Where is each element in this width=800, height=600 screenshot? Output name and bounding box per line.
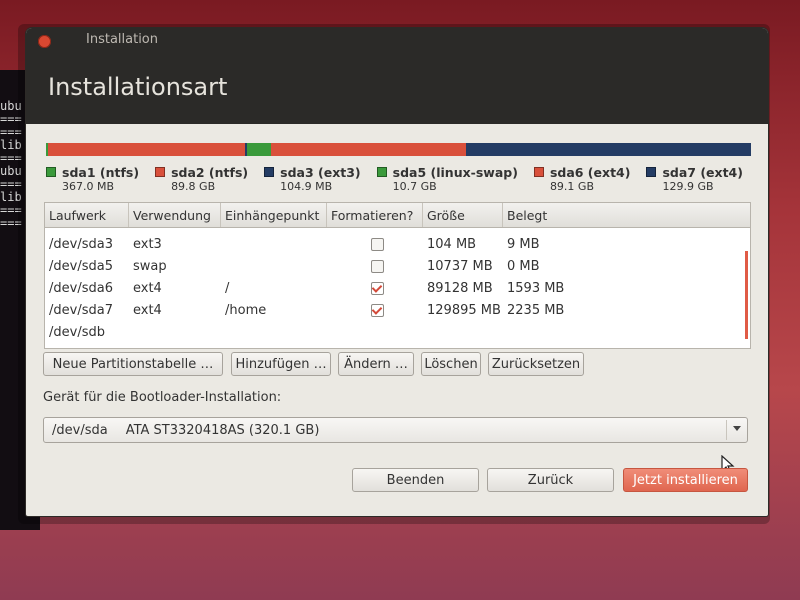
table-row[interactable]: /dev/sda7 ext4/home 129895 MB 2235 MB bbox=[45, 299, 750, 321]
cell-used: 1593 MB bbox=[507, 280, 565, 296]
cell-device: /dev/sda3 bbox=[49, 236, 113, 252]
table-row[interactable]: /dev/sdb bbox=[45, 321, 750, 343]
chevron-down-icon[interactable] bbox=[733, 426, 741, 431]
legend-swatch bbox=[533, 167, 544, 177]
cell-used: 2235 MB bbox=[507, 302, 565, 318]
cell-format bbox=[327, 259, 423, 273]
cell-use: swap bbox=[133, 258, 167, 274]
legend-swatch bbox=[155, 167, 166, 177]
legend-swatch bbox=[46, 167, 56, 177]
cell-used: 9 MB bbox=[507, 236, 540, 252]
legend-partition-name: sda7 (ext4) bbox=[662, 165, 743, 180]
column-header-used[interactable]: Belegt bbox=[503, 203, 750, 227]
cell-use: ext4 bbox=[133, 302, 162, 318]
cell-size: 104 MB bbox=[427, 236, 477, 252]
dropdown-separator bbox=[726, 420, 727, 440]
legend-item: sda7 (ext4) 129.9 GB bbox=[646, 165, 743, 201]
column-header-use[interactable]: Verwendung bbox=[129, 203, 221, 227]
bootloader-device-description: ATA ST3320418AS (320.1 GB) bbox=[125, 422, 320, 438]
delete-partition-button[interactable]: Löschen bbox=[421, 352, 481, 376]
legend-partition-name: sda2 (ntfs) bbox=[171, 165, 249, 180]
table-row[interactable]: /dev/sda3 ext3 104 MB 9 MB bbox=[45, 233, 750, 255]
cell-device: /dev/sda7 bbox=[49, 302, 113, 318]
format-checkbox[interactable] bbox=[371, 281, 384, 295]
cell-device: /dev/sda5 bbox=[49, 258, 113, 274]
partition-bar bbox=[46, 143, 752, 156]
column-header-format[interactable]: Formatieren? bbox=[327, 203, 423, 227]
legend-partition-size: 89.1 GB bbox=[549, 180, 594, 193]
table-row[interactable]: /dev/sda5 swap 10737 MB 0 MB bbox=[45, 255, 750, 277]
partition-segment-sda5 bbox=[247, 143, 271, 156]
legend-partition-size: 89.8 GB bbox=[171, 180, 216, 193]
installer-window: Installation Installationsart sda1 (ntfs… bbox=[26, 28, 768, 516]
titlebar: Installation Installationsart bbox=[26, 28, 768, 124]
cell-size: 129895 MB bbox=[427, 302, 501, 318]
scroll-indicator bbox=[745, 251, 748, 339]
column-header-device[interactable]: Laufwerk bbox=[45, 203, 129, 227]
quit-button[interactable]: Beenden bbox=[352, 468, 479, 492]
cell-size: 89128 MB bbox=[427, 280, 493, 296]
table-body: /dev/sda3 ext3 104 MB 9 MB/dev/sda5 swap 1073… bbox=[45, 228, 750, 343]
cell-size: 10737 MB bbox=[427, 258, 493, 274]
partition-segment-sda2 bbox=[48, 143, 246, 156]
bootloader-label: Gerät für die Bootloader-Installation: bbox=[43, 390, 282, 405]
cell-format bbox=[327, 281, 423, 295]
legend-partition-name: sda1 (ntfs) bbox=[62, 165, 140, 180]
table-row[interactable]: /dev/sda6 ext4 / 89128 MB 1593 MB bbox=[45, 277, 750, 299]
partition-table[interactable]: Laufwerk Verwendung Einhängepunkt Format… bbox=[44, 202, 751, 475]
legend-item: sda5 (linux-swap) 10.7 GB bbox=[376, 165, 518, 201]
back-button[interactable]: Zurück bbox=[487, 468, 614, 492]
legend-item: sda1 (ntfs) 367.0 MB bbox=[46, 165, 139, 201]
legend-item: sda3 (ext3) 104.9 MB bbox=[264, 165, 361, 201]
change-partition-button[interactable]: Ändern … bbox=[338, 352, 414, 376]
cell-mount: / bbox=[225, 280, 230, 296]
cell-use: ext3 bbox=[133, 236, 162, 252]
cell-mount: /home bbox=[225, 302, 267, 318]
cell-device: /dev/sda6 bbox=[49, 280, 113, 296]
close-icon[interactable] bbox=[38, 35, 51, 48]
partition-legend: sda1 (ntfs) 367.0 MB sda2 (ntfs) 89.8 GB sda… bbox=[46, 165, 766, 201]
legend-swatch bbox=[264, 167, 275, 177]
add-partition-button[interactable]: Hinzufügen … bbox=[231, 352, 331, 376]
legend-item: sda2 (ntfs) 89.8 GB bbox=[155, 165, 248, 201]
legend-partition-name: sda3 (ext3) bbox=[280, 165, 361, 180]
partition-segment-sda7 bbox=[466, 143, 752, 156]
legend-swatch bbox=[646, 167, 657, 177]
format-checkbox[interactable] bbox=[371, 259, 384, 273]
format-checkbox[interactable] bbox=[371, 303, 384, 317]
column-header-size[interactable]: Größe bbox=[423, 203, 503, 227]
page-title: Installationsart bbox=[48, 73, 228, 101]
legend-item: sda6 (ext4) 89.1 GB bbox=[533, 165, 631, 201]
legend-partition-name: sda6 (ext4) bbox=[549, 165, 631, 180]
column-header-mount[interactable]: Einhängepunkt bbox=[221, 203, 327, 227]
legend-partition-name: sda5 (linux-swap) bbox=[392, 165, 518, 180]
reset-button[interactable]: Zurücksetzen bbox=[488, 352, 584, 376]
legend-swatch bbox=[376, 167, 387, 177]
cell-used: 0 MB bbox=[507, 258, 540, 274]
legend-partition-size: 10.7 GB bbox=[392, 180, 437, 193]
partition-segment-sda6 bbox=[270, 143, 467, 156]
format-checkbox[interactable] bbox=[371, 237, 384, 251]
cell-format bbox=[327, 303, 423, 317]
new-partition-table-button[interactable]: Neue Partitionstabelle … bbox=[43, 352, 223, 376]
install-now-button[interactable]: Jetzt installieren bbox=[623, 468, 748, 492]
cell-device: /dev/sdb bbox=[49, 324, 105, 340]
legend-partition-size: 104.9 MB bbox=[280, 180, 333, 193]
cell-format bbox=[327, 237, 423, 251]
legend-partition-size: 367.0 MB bbox=[62, 180, 115, 193]
table-header: Laufwerk Verwendung Einhängepunkt Format… bbox=[45, 203, 750, 228]
cell-use: ext4 bbox=[133, 280, 162, 296]
bootloader-device-select[interactable]: /dev/sda ATA ST3320418AS (320.1 GB) bbox=[43, 417, 748, 443]
bootloader-device: /dev/sda bbox=[52, 422, 108, 438]
window-title: Installation bbox=[86, 32, 159, 47]
legend-partition-size: 129.9 GB bbox=[662, 180, 714, 193]
